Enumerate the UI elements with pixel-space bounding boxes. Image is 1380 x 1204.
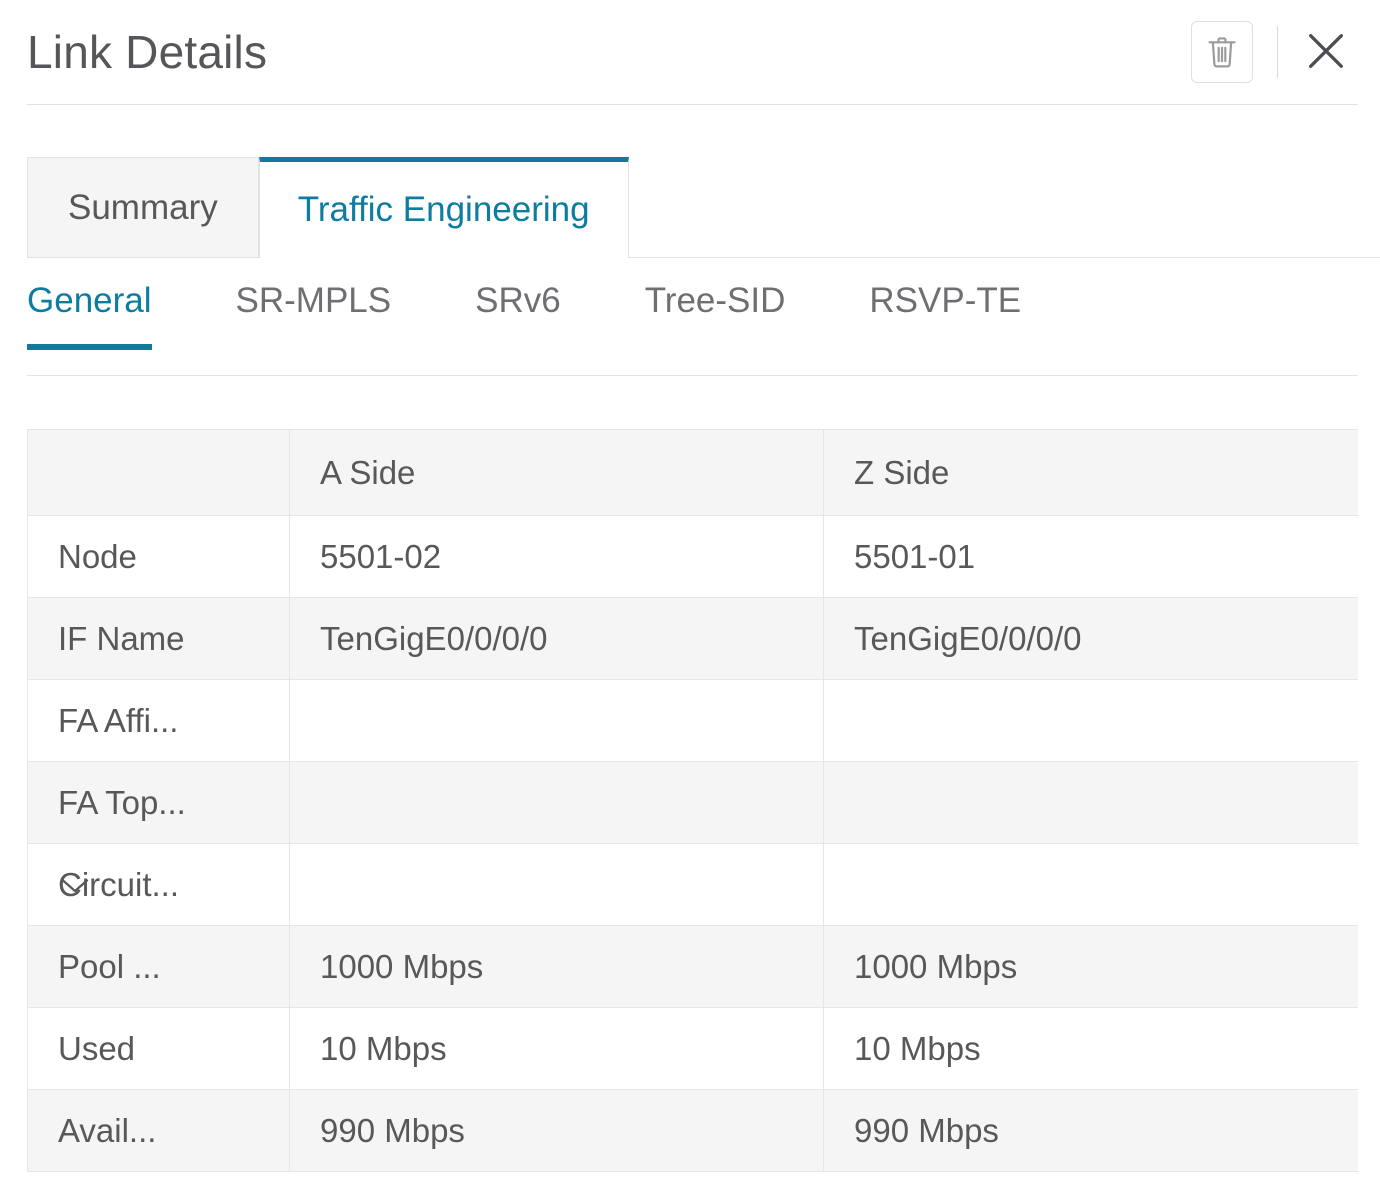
cell-a-side <box>289 761 824 844</box>
subtab-bar: General SR-MPLS SRv6 Tree-SID RSVP-TE <box>27 281 1358 376</box>
cell-z-side: 1000 Mbps <box>823 925 1358 1008</box>
table-row: FA Top... <box>27 761 1358 844</box>
close-icon <box>1303 28 1349 77</box>
table-row: Circuit... <box>27 843 1358 926</box>
column-header-z-side: Z Side <box>823 429 1358 516</box>
trash-icon <box>1205 34 1239 70</box>
link-details-panel: Link Details Summary Traffic Engineering… <box>0 0 1380 1204</box>
cell-a-side: 5501-02 <box>289 515 824 598</box>
row-label: FA Affi... <box>27 679 290 762</box>
close-button[interactable] <box>1300 26 1352 78</box>
row-label: FA Top... <box>27 761 290 844</box>
tab-bar-filler <box>628 157 1380 258</box>
cell-z-side: 10 Mbps <box>823 1007 1358 1090</box>
row-label-text: Used <box>58 1029 136 1067</box>
table-row: Used 10 Mbps 10 Mbps <box>27 1007 1358 1090</box>
table-row: Pool ... 1000 Mbps 1000 Mbps <box>27 925 1358 1008</box>
cell-a-side <box>289 679 824 762</box>
table-row: IF Name TenGigE0/0/0/0 TenGigE0/0/0/0 <box>27 597 1358 680</box>
tab-bar: Summary Traffic Engineering <box>27 157 1380 258</box>
subtab-rsvp-te-label: RSVP-TE <box>869 281 1022 320</box>
header-rule <box>27 104 1358 105</box>
chevron-down-icon[interactable] <box>58 868 92 902</box>
row-label: Avail... <box>27 1089 290 1172</box>
details-table-wrapper: A Side Z Side Node 5501-02 5501-01 IF Name T… <box>27 429 1358 1204</box>
cell-z-side <box>823 843 1358 926</box>
column-header-a-side: A Side <box>289 429 824 516</box>
table-row: Node 5501-02 5501-01 <box>27 515 1358 598</box>
link-details-table: A Side Z Side Node 5501-02 5501-01 IF Name T… <box>27 429 1358 1172</box>
subtab-sr-mpls-label: SR-MPLS <box>235 281 392 320</box>
header-divider <box>1277 26 1278 78</box>
table-body: Node 5501-02 5501-01 IF Name TenGigE0/0/0/0 T… <box>27 515 1358 1172</box>
row-label: IF Name <box>27 597 290 680</box>
cell-a-side: 990 Mbps <box>289 1089 824 1172</box>
cell-z-side <box>823 679 1358 762</box>
cell-z-side: 990 Mbps <box>823 1089 1358 1172</box>
page-title: Link Details <box>27 26 268 78</box>
header-actions <box>1191 21 1352 83</box>
tab-summary-label: Summary <box>68 187 218 227</box>
cell-a-side: 1000 Mbps <box>289 925 824 1008</box>
row-label-text: Avail... <box>58 1111 157 1149</box>
subtab-tree-sid[interactable]: Tree-SID <box>644 281 786 349</box>
subtab-srv6[interactable]: SRv6 <box>475 281 561 349</box>
table-header-row: A Side Z Side <box>27 429 1358 516</box>
delete-button[interactable] <box>1191 21 1253 83</box>
subtab-sr-mpls[interactable]: SR-MPLS <box>235 281 392 349</box>
panel-header: Link Details <box>0 0 1380 105</box>
table-row: Avail... 990 Mbps 990 Mbps <box>27 1089 1358 1172</box>
cell-z-side: 5501-01 <box>823 515 1358 598</box>
tab-summary[interactable]: Summary <box>27 157 259 258</box>
row-label: Pool ... <box>27 925 290 1008</box>
row-label: Circuit... <box>27 843 290 926</box>
subtab-general-label: General <box>27 281 152 320</box>
subtab-srv6-label: SRv6 <box>475 281 561 320</box>
cell-a-side: TenGigE0/0/0/0 <box>289 597 824 680</box>
row-label-text: FA Top... <box>58 783 186 821</box>
tab-traffic-engineering-label: Traffic Engineering <box>297 190 590 229</box>
row-label-text: Node <box>58 537 137 575</box>
table-head: A Side Z Side <box>27 429 1358 516</box>
tab-traffic-engineering[interactable]: Traffic Engineering <box>258 157 629 258</box>
table-row: FA Affi... <box>27 679 1358 762</box>
row-label: Node <box>27 515 290 598</box>
cell-z-side: TenGigE0/0/0/0 <box>823 597 1358 680</box>
cell-a-side: 10 Mbps <box>289 1007 824 1090</box>
row-label-text: FA Affi... <box>58 701 179 739</box>
subtab-tree-sid-label: Tree-SID <box>644 281 786 320</box>
cell-a-side <box>289 843 824 926</box>
cell-z-side <box>823 761 1358 844</box>
subtab-rsvp-te[interactable]: RSVP-TE <box>869 281 1022 349</box>
row-label-text: Pool ... <box>58 947 161 985</box>
subtab-general[interactable]: General <box>27 281 152 349</box>
row-label-text: IF Name <box>58 619 185 657</box>
row-label: Used <box>27 1007 290 1090</box>
column-header-blank <box>27 429 290 516</box>
